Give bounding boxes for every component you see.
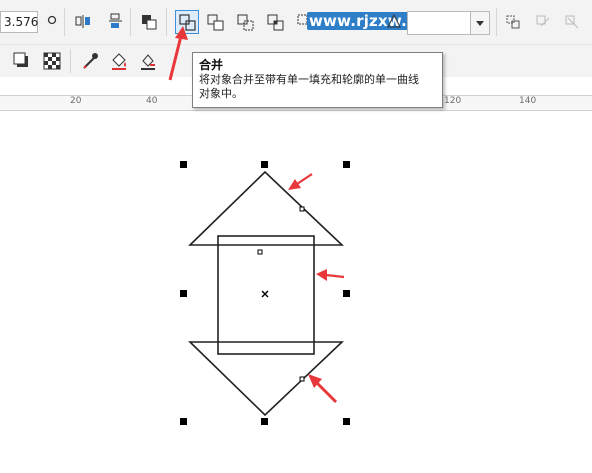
ruler-label: 40 (146, 96, 158, 106)
ruler-label: 20 (70, 96, 82, 106)
selection-handle[interactable] (261, 161, 268, 168)
toolbar-divider (130, 8, 131, 36)
toolbar-divider (496, 8, 497, 36)
size-field[interactable]: 3.576 (0, 11, 38, 33)
center-marker (261, 290, 269, 298)
arrange-icon[interactable] (140, 12, 160, 32)
ruler-label: 140 (519, 96, 537, 106)
outline-width-icon[interactable] (384, 12, 404, 32)
eyedropper-icon[interactable] (80, 51, 100, 71)
shadow-icon[interactable] (12, 51, 32, 71)
lock-icon[interactable] (533, 12, 553, 32)
annotation-arrow (288, 173, 313, 190)
flip-horizontal-icon[interactable] (74, 12, 94, 32)
intersect-icon[interactable] (266, 12, 286, 32)
node-handle[interactable] (299, 376, 305, 382)
transparency-icon[interactable] (42, 51, 62, 71)
property-bar: 3.576 www.rjzxw.com (0, 0, 592, 44)
break-apart-icon[interactable] (504, 12, 524, 32)
trim-icon[interactable] (236, 12, 256, 32)
annotation-arrow (308, 374, 338, 404)
annotation-arrow (316, 269, 345, 281)
tooltip-description-line2: 对象中。 (199, 87, 243, 100)
fill-icon[interactable] (109, 51, 129, 71)
toolbar-divider (70, 49, 71, 73)
node-handle[interactable] (299, 206, 305, 212)
selection-handle[interactable] (180, 290, 187, 297)
toolbar-divider (64, 8, 65, 36)
tooltip-title: 合并 (199, 58, 224, 72)
selection-handle[interactable] (180, 418, 187, 425)
tooltip-description-line1: 将对象合并至带有单一填充和轮廓的单一曲线 (199, 73, 419, 86)
outline-width-select[interactable] (407, 11, 490, 35)
weld-icon[interactable] (206, 12, 226, 32)
node-handle[interactable] (257, 249, 263, 255)
upper-triangle-shape[interactable] (188, 170, 345, 246)
selection-handle[interactable] (343, 161, 350, 168)
outline-fill-icon[interactable] (138, 51, 158, 71)
flip-vertical-icon[interactable] (106, 12, 126, 32)
chevron-down-icon[interactable] (470, 12, 489, 34)
ruler-label: 120 (444, 96, 462, 106)
selection-handle[interactable] (343, 418, 350, 425)
combine-tooltip: 合并 将对象合并至带有单一填充和轮廓的单一曲线 对象中。 (192, 52, 443, 108)
circle-icon[interactable] (42, 12, 62, 32)
unlock-icon[interactable] (562, 12, 582, 32)
selection-handle[interactable] (261, 418, 268, 425)
drawing-canvas[interactable] (0, 48, 592, 469)
selection-handle[interactable] (180, 161, 187, 168)
selection-handle[interactable] (343, 290, 350, 297)
drawing-svg (170, 48, 350, 425)
